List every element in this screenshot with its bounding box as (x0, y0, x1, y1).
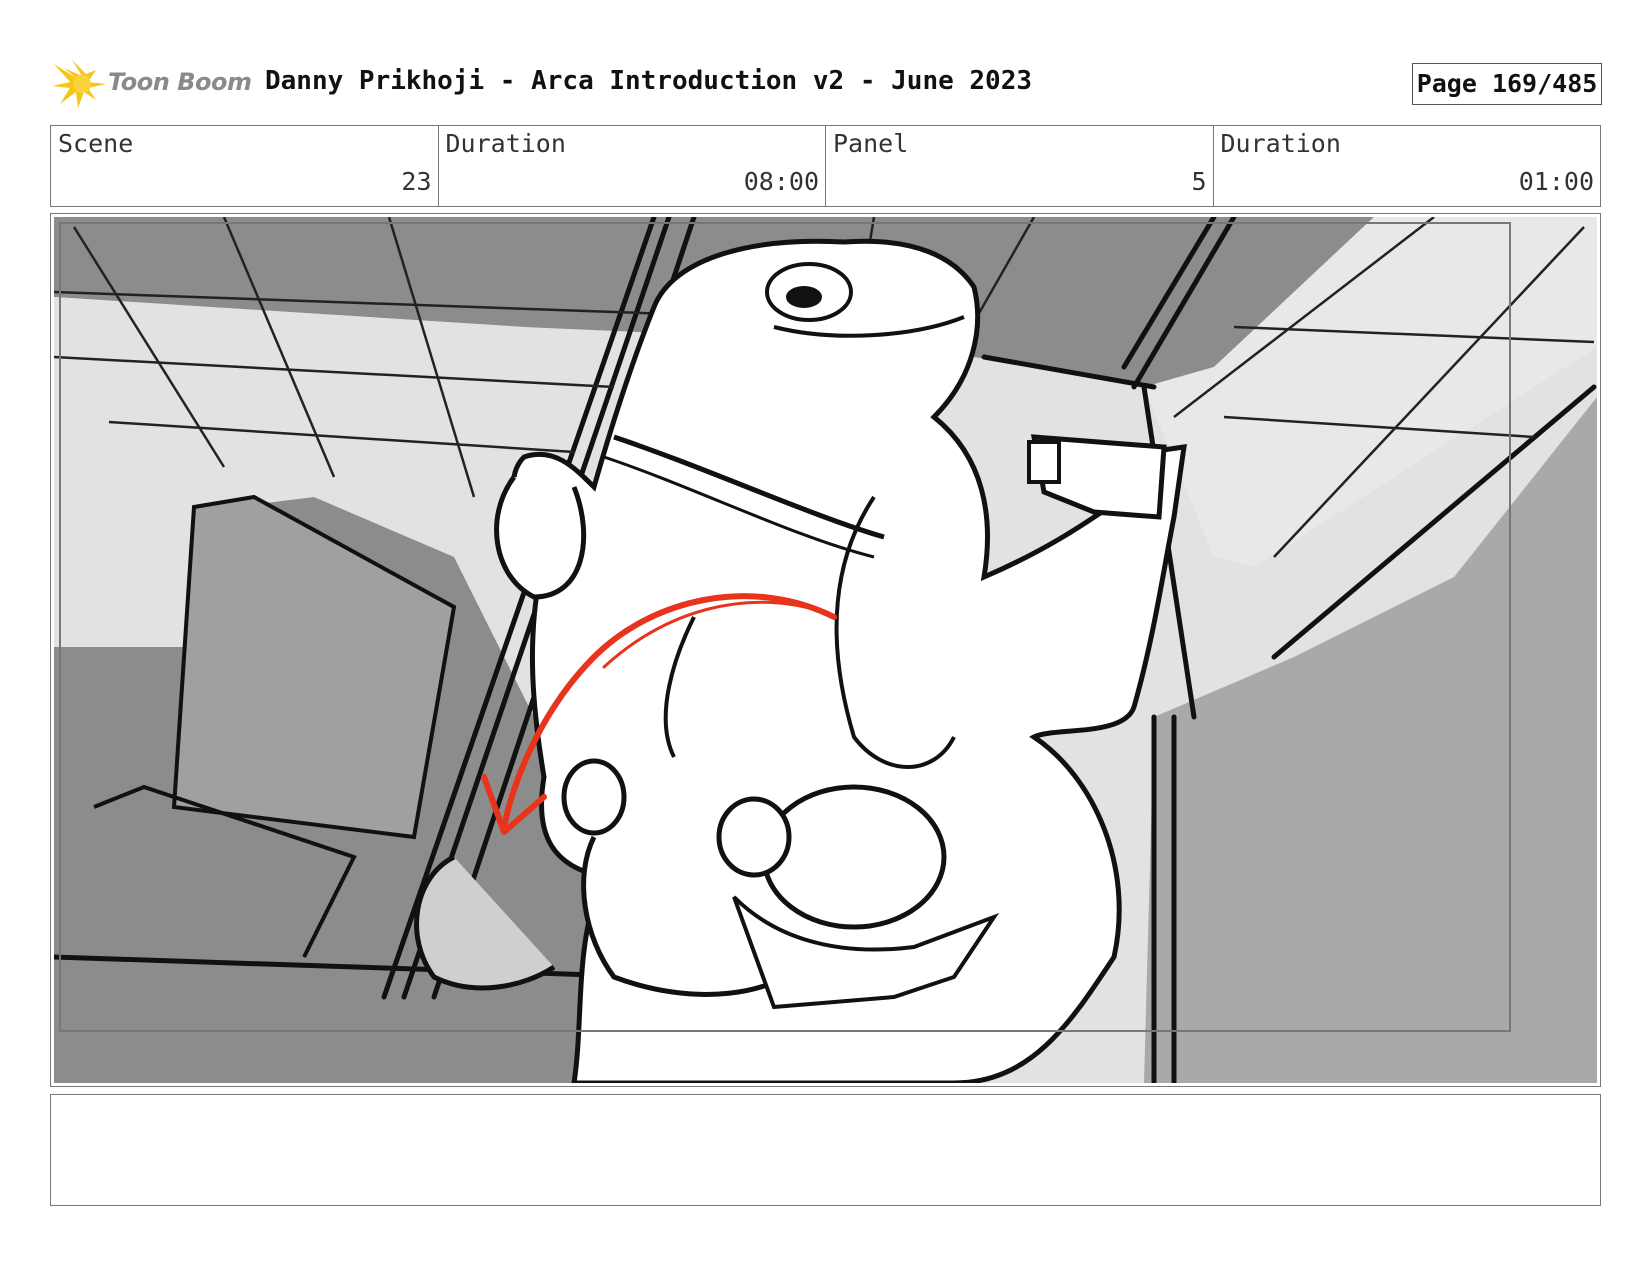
panel-duration-cell: Duration 01:00 (1214, 126, 1601, 206)
scene-duration-value: 08:00 (743, 167, 819, 196)
panel-cell: Panel 5 (826, 126, 1214, 206)
logo-text: Toon Boom (108, 68, 252, 96)
scene-label: Scene (58, 129, 134, 158)
panel-value: 5 (1191, 167, 1207, 196)
panel-duration-label: Duration (1220, 129, 1341, 158)
storyboard-panel (50, 213, 1601, 1087)
page-number: Page 169/485 (1412, 63, 1602, 105)
storyboard-sketch (54, 217, 1597, 1083)
panel-duration-value: 01:00 (1518, 167, 1594, 196)
panel-notes-area (50, 1094, 1601, 1206)
document-title: Danny Prikhoji - Arca Introduction v2 - … (265, 66, 1033, 96)
scene-duration-label: Duration (445, 129, 566, 158)
toon-boom-logo-icon (52, 60, 106, 108)
toon-boom-logo: Toon Boom (52, 58, 252, 110)
page-header: Toon Boom Danny Prikhoji - Arca Introduc… (52, 58, 1602, 110)
panel-info-bar: Scene 23 Duration 08:00 Panel 5 Duration… (50, 125, 1601, 207)
scene-duration-cell: Duration 08:00 (439, 126, 826, 206)
panel-label: Panel (833, 129, 909, 158)
scene-cell: Scene 23 (51, 126, 439, 206)
scene-value: 23 (401, 167, 432, 196)
